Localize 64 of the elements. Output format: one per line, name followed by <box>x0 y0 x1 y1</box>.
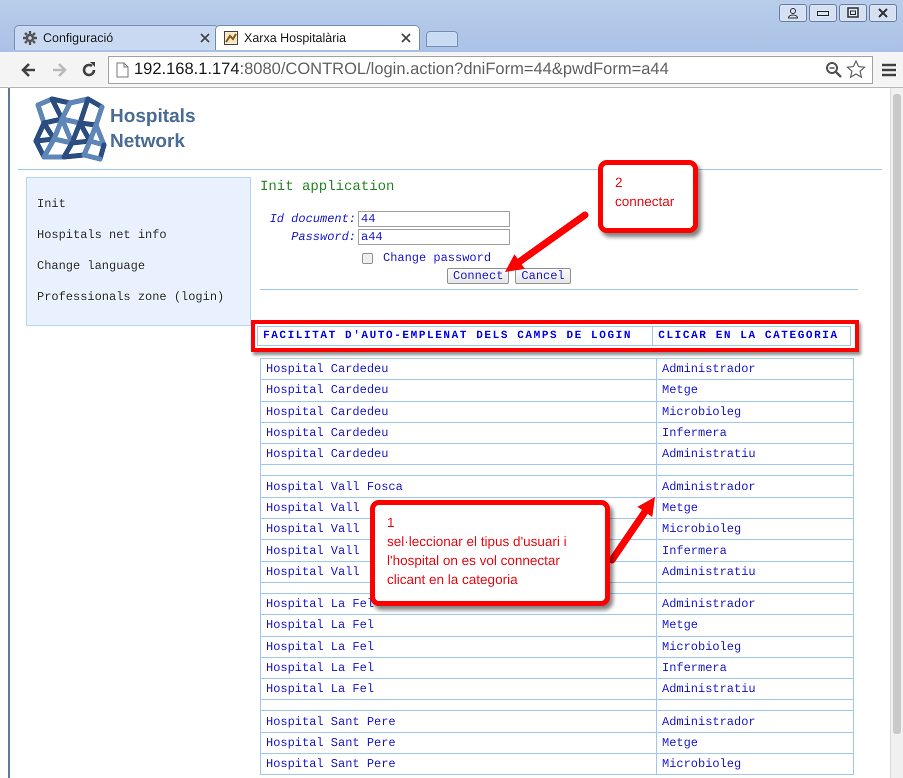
maximize-button[interactable] <box>839 4 867 22</box>
maximize-icon <box>847 7 859 19</box>
back-arrow-icon <box>20 60 38 78</box>
gear-icon <box>23 31 37 45</box>
user-button[interactable] <box>779 4 807 22</box>
table-cell: Hospital Cardedeu <box>260 380 656 402</box>
input-field[interactable]: a44 <box>358 229 510 245</box>
callout-text: connectar <box>615 193 676 211</box>
checkbox[interactable] <box>362 252 373 264</box>
table-cell: Hospital Cardedeu <box>260 401 656 422</box>
category-link[interactable]: Metge <box>662 736 698 750</box>
table-cell: Hospital Sant Pere <box>260 754 656 775</box>
category-link[interactable]: Metge <box>662 383 698 398</box>
callout-number: 2 <box>615 174 624 192</box>
star-icon[interactable] <box>846 60 866 79</box>
form-button[interactable]: Connect <box>447 268 510 284</box>
checkbox-label[interactable]: Change password <box>383 249 492 267</box>
page-icon <box>115 62 130 78</box>
minimize-icon <box>817 10 829 16</box>
sidebar-link[interactable]: Professionals zone (login) <box>37 289 250 305</box>
menu-icon[interactable] <box>881 62 897 78</box>
table-cell: Hospital Vall Fosca <box>260 476 656 498</box>
url-host: 192.168.1.174 <box>134 59 240 80</box>
table-cell: Hospital Cardedeu <box>260 422 656 444</box>
browser-tab[interactable]: Xarxa Hospitalària <box>215 25 420 50</box>
favicon-icon <box>224 31 238 45</box>
logo-text: Hospitals <box>110 104 196 128</box>
close-icon <box>877 7 889 19</box>
table-cell: Hospital Cardedeu <box>260 358 656 380</box>
form-title: Init application <box>260 178 394 197</box>
table-cell: Hospital La Fel <box>260 657 656 679</box>
logo-text: Network <box>110 130 186 154</box>
input-field[interactable]: 44 <box>358 211 510 227</box>
browser-tab[interactable]: Configuració <box>14 25 219 50</box>
close-icon[interactable] <box>200 33 210 43</box>
table-cell: Hospital La Fel <box>260 614 656 636</box>
close-icon[interactable] <box>401 33 411 43</box>
sidebar-link[interactable]: Hospitals net info <box>37 227 250 243</box>
category-link[interactable]: Metge <box>662 618 698 632</box>
column-header: FACILITAT D'AUTO-EMPLENAT DELS CAMPS DE LOGIN <box>258 326 653 346</box>
person-icon <box>787 7 799 19</box>
form-button[interactable]: Cancel <box>515 268 571 284</box>
table-cell: Hospital Sant Pere <box>260 710 656 732</box>
scrollbar-thumb[interactable] <box>893 94 901 734</box>
sidebar-link[interactable]: Init <box>37 196 250 212</box>
table-cell: Hospital Cardedeu <box>260 444 656 465</box>
table-cell: Hospital Sant Pere <box>260 732 656 754</box>
forward-arrow-icon <box>50 60 68 78</box>
tab-label: Configuració <box>43 30 114 47</box>
table-cell: Hospital La Fel <box>260 636 656 658</box>
reload-icon <box>80 60 98 78</box>
tab-label: Xarxa Hospitalària <box>244 30 346 47</box>
field-label: Id document: <box>268 211 356 227</box>
column-header: CLICAR EN LA CATEGORIA <box>652 326 850 346</box>
url-path: :8080/CONTROL/login.action?dniForm=44&pwdForm=a44 <box>240 59 669 80</box>
zoom-icon[interactable] <box>825 61 842 78</box>
table-cell: Hospital La Fel <box>260 678 656 700</box>
address-bar[interactable]: 192.168.1.174:8080/CONTROL/login.action?dniForm=44&pwdForm=a44 <box>108 56 873 84</box>
sidebar-link[interactable]: Change language <box>37 258 250 274</box>
field-label: Password: <box>290 229 356 245</box>
scrollbar[interactable] <box>890 88 903 778</box>
minimize-button[interactable] <box>809 4 837 22</box>
category-link[interactable]: Metge <box>662 500 698 515</box>
close-button[interactable] <box>869 4 897 22</box>
